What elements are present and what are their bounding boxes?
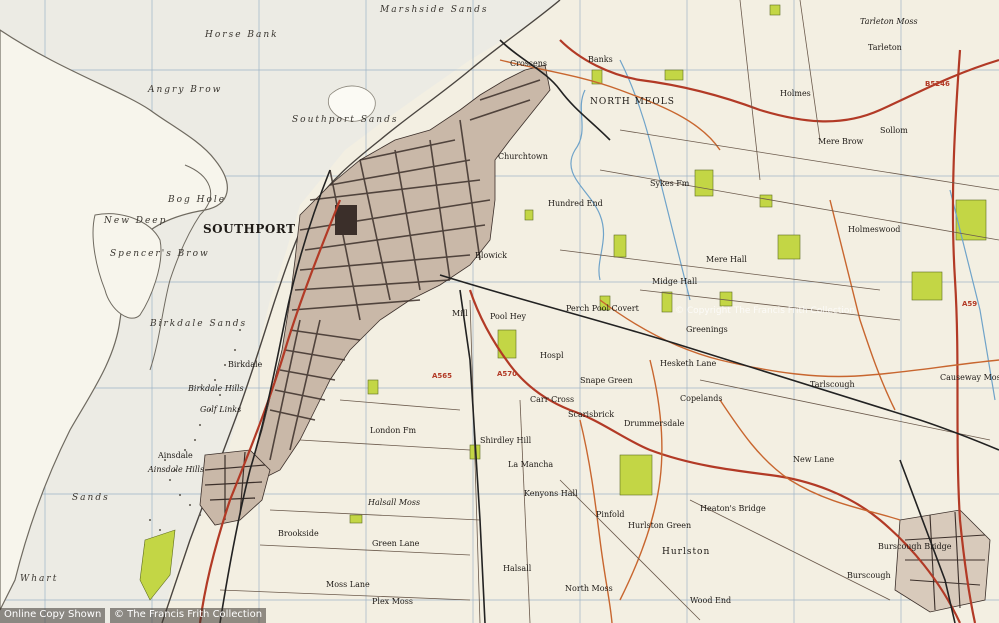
label-heatons-bridge: Heaton's Bridge (700, 504, 766, 513)
label-sands: Sands (72, 493, 110, 503)
label-tarlscough: Tarlscough (810, 380, 855, 389)
label-north-meols: NORTH MEOLS (590, 97, 675, 107)
label-hurlston: Hurlston (662, 547, 711, 557)
label-hundred-end: Hundred End (548, 199, 603, 208)
footer-online-copy: Online Copy Shown (0, 608, 106, 623)
label-road-b5246: B5246 (925, 80, 950, 88)
label-plex-moss: Plex Moss (372, 597, 413, 606)
label-drummersdale: Drummersdale (624, 419, 685, 428)
label-new-lane: New Lane (793, 455, 835, 464)
label-ainsdale: Ainsdale (158, 451, 193, 460)
label-golf-links: Golf Links (200, 405, 242, 414)
label-mere-hall: Mere Hall (706, 255, 747, 264)
label-pinfold: Pinfold (596, 510, 625, 519)
label-perch-pool-covert: Perch Pool Covert (566, 304, 639, 313)
label-banks: Banks (588, 55, 613, 64)
label-carr-cross: Carr Cross (530, 395, 575, 404)
label-road-a59: A59 (962, 300, 978, 308)
label-churchtown: Churchtown (498, 152, 548, 161)
label-tarleton: Tarleton (868, 43, 902, 52)
label-london-fm: London Fm (370, 426, 417, 435)
burscough-urban-area (894, 509, 991, 613)
label-crossens: Crossens (510, 59, 547, 68)
label-midge-hall: Midge Hall (652, 277, 698, 286)
copyright-watermark: © Copyright The Francis Frith Collection (675, 306, 856, 316)
label-new-deep: New Deep (104, 216, 168, 226)
label-sykes-fm: Sykes Fm (650, 179, 690, 188)
historic-os-map[interactable]: SOUTHPORT Birkdale Ainsdale Ainsdale Hil… (0, 0, 999, 623)
label-hospl: Hospl (540, 351, 564, 360)
label-hesketh-lane: Hesketh Lane (660, 359, 717, 368)
label-pool-hey: Pool Hey (490, 312, 527, 321)
label-road-a570: A570 (497, 370, 518, 378)
label-marshside-sands: Marshside Sands (380, 5, 489, 15)
label-moss-lane: Moss Lane (326, 580, 370, 589)
label-spencers-brow: Spencer's Brow (110, 249, 210, 259)
label-southport: SOUTHPORT (203, 222, 296, 236)
label-mere-brow: Mere Brow (818, 137, 864, 146)
label-angry-brow: Angry Brow (148, 85, 223, 95)
label-green-lane: Green Lane (372, 539, 420, 548)
label-southport-sands: Southport Sands (292, 115, 399, 125)
label-wood-end: Wood End (690, 596, 732, 605)
label-birkdale: Birkdale (228, 360, 263, 369)
label-snape-green: Snape Green (580, 376, 633, 385)
label-blowick: Blowick (475, 251, 507, 260)
label-halsall-moss: Halsall Moss (368, 498, 421, 507)
label-road-a565: A565 (432, 372, 453, 380)
label-holmes: Holmes (780, 89, 811, 98)
label-halsall: Halsall (503, 564, 532, 573)
footer-copyright: © The Francis Frith Collection (110, 608, 267, 623)
label-birkdale-hills: Birkdale Hills (188, 384, 244, 393)
label-burscough: Burscough (847, 571, 891, 580)
label-bog-hole: Bog Hole (168, 195, 227, 205)
label-tarleton-moss: Tarleton Moss (860, 17, 918, 26)
label-whart: Whart (20, 574, 59, 584)
label-burscough-bridge: Burscough Bridge (878, 542, 952, 551)
label-scarisbrick: Scarisbrick (568, 410, 615, 419)
label-shirdley-hill: Shirdley Hill (480, 436, 532, 445)
label-copelands: Copelands (680, 394, 723, 403)
label-kenyons-hall: Kenyons Hall (524, 489, 578, 498)
label-birkdale-sands: Birkdale Sands (150, 319, 248, 329)
label-mill: Mill (452, 309, 468, 318)
label-ainsdale-hills: Ainsdale Hills (148, 465, 205, 474)
label-holmeswood: Holmeswood (848, 225, 901, 234)
town-centre-block (335, 205, 357, 235)
label-la-mancha: La Mancha (508, 460, 554, 469)
label-causeway-moss: Causeway Moss (940, 373, 999, 382)
label-north-moss: North Moss (565, 584, 613, 593)
label-greenings: Greenings (686, 325, 728, 334)
label-hurlston-green: Hurlston Green (628, 521, 692, 530)
label-horse-bank: Horse Bank (205, 30, 279, 40)
label-brookside: Brookside (278, 529, 319, 538)
label-sollom: Sollom (880, 126, 908, 135)
